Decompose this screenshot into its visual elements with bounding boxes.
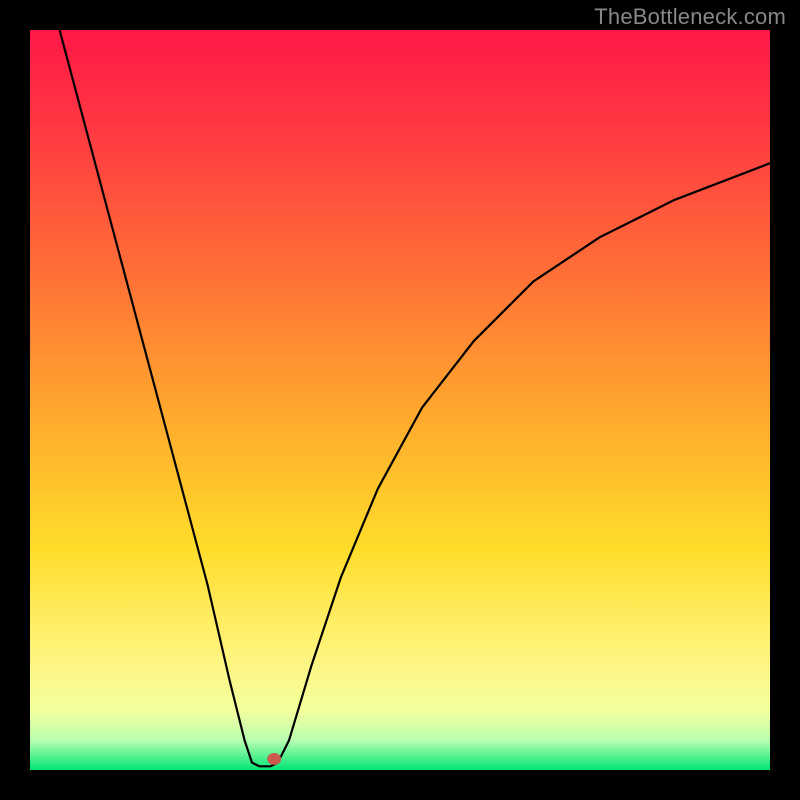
chart-plot-area [30, 30, 770, 770]
watermark-text: TheBottleneck.com [594, 4, 786, 30]
optimum-marker [267, 753, 281, 765]
gradient-background [30, 30, 770, 770]
chart-svg [30, 30, 770, 770]
